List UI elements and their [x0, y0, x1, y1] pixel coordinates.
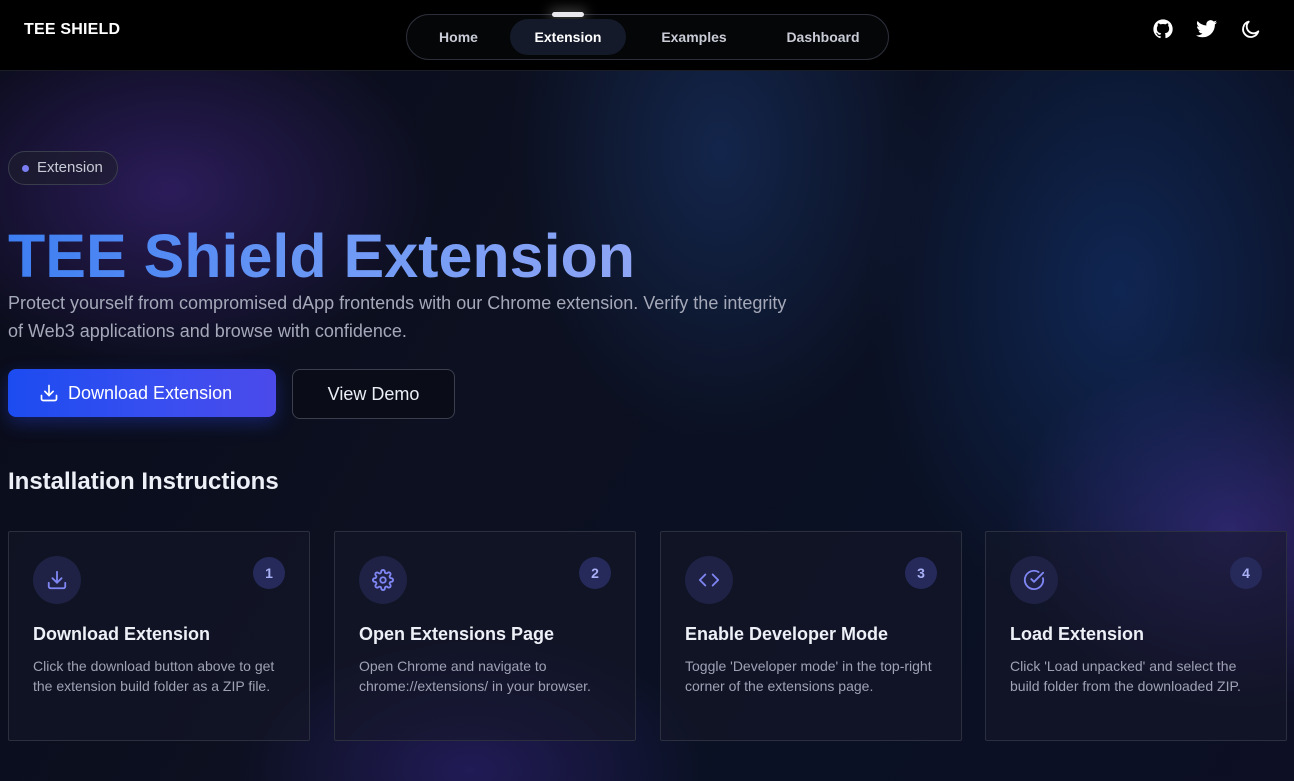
step-title: Download Extension [33, 624, 211, 644]
nav-item-extension[interactable]: Extension [510, 19, 626, 55]
badge-dot [22, 165, 29, 172]
download-extension-label: Download Extension [68, 383, 233, 403]
nav-item-home[interactable]: Home [411, 19, 506, 55]
active-tab-indicator [552, 12, 584, 17]
brand-logo-text[interactable]: TEE SHIELD [24, 21, 120, 39]
installation-title: Installation Instructions [8, 468, 279, 495]
twitter-icon[interactable] [1196, 18, 1220, 42]
check-circle-icon [1010, 556, 1058, 604]
step-description: Click the download button above to get t… [33, 658, 275, 694]
download-icon [40, 384, 58, 402]
section-badge: Extension [8, 151, 118, 185]
main-nav: Home Extension Examples Dashboard [406, 12, 889, 60]
download-extension-button[interactable]: Download Extension [8, 369, 276, 417]
view-demo-button[interactable]: View Demo [292, 369, 455, 419]
step-card-open-extensions: 2 Open Extensions Page Open Chrome and n… [334, 531, 636, 741]
step-title: Open Extensions Page [359, 624, 555, 644]
github-icon[interactable] [1152, 18, 1176, 42]
nav-item-examples[interactable]: Examples [635, 19, 753, 55]
settings-icon [359, 556, 407, 604]
download-icon [33, 556, 81, 604]
step-card-load-extension: 4 Load Extension Click 'Load unpacked' a… [985, 531, 1287, 741]
step-card-developer-mode: 3 Enable Developer Mode Toggle 'Develope… [660, 531, 962, 741]
step-description: Open Chrome and navigate to chrome://ext… [359, 658, 591, 694]
step-number: 3 [905, 557, 937, 589]
step-card-download: 1 Download Extension Click the download … [8, 531, 310, 741]
hero-subtitle: Protect yourself from compromised dApp f… [8, 293, 787, 341]
page-title: TEE Shield Extension [8, 218, 635, 294]
step-description: Click 'Load unpacked' and select the bui… [1010, 658, 1241, 694]
code-icon [685, 556, 733, 604]
badge-label: Extension [37, 159, 103, 176]
nav-item-dashboard[interactable]: Dashboard [762, 19, 884, 55]
step-description: Toggle 'Developer mode' in the top-right… [685, 658, 932, 694]
step-number: 2 [579, 557, 611, 589]
moon-icon[interactable] [1240, 18, 1264, 42]
step-number: 1 [253, 557, 285, 589]
step-title: Load Extension [1010, 624, 1145, 644]
step-title: Enable Developer Mode [685, 624, 889, 644]
step-number: 4 [1230, 557, 1262, 589]
top-navbar: TEE SHIELD Home Extension Examples Dashb… [0, 0, 1294, 71]
